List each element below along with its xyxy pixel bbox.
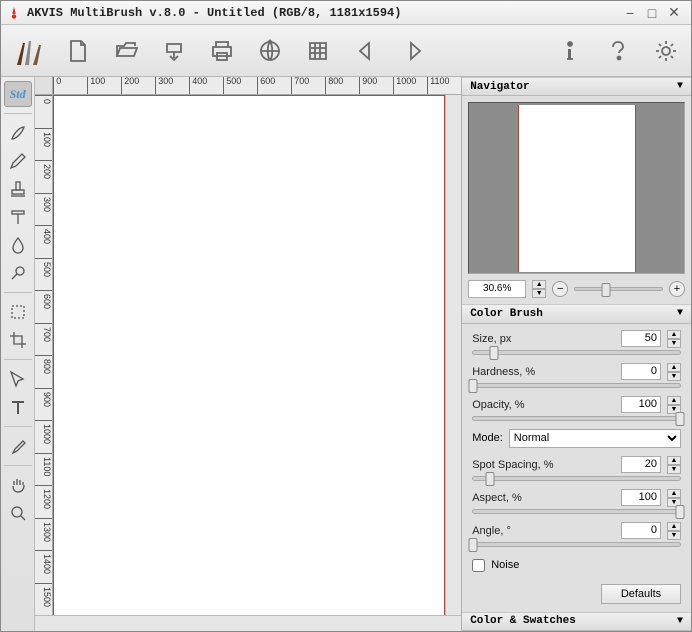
brush-header[interactable]: Color Brush ▼ [462,304,691,323]
stamp-tool[interactable] [4,176,32,202]
window-title: AKVIS MultiBrush v.8.0 - Untitled (RGB/8… [27,6,619,20]
mode-select[interactable]: Normal [509,429,681,448]
size-input[interactable]: 50 [621,330,661,347]
angle-stepper[interactable]: ▲▼ [667,522,681,540]
scrollbar-horizontal[interactable] [35,615,461,631]
save-button[interactable] [157,34,191,68]
opacity-label: Opacity, % [472,399,615,411]
eyedropper-tool[interactable] [4,433,32,459]
canvas-area: 010020030040050060070080090010001100 010… [35,77,461,631]
noise-label: Noise [491,559,519,571]
new-button[interactable] [61,34,95,68]
opacity-input[interactable]: 100 [621,396,661,413]
size-stepper[interactable]: ▲▼ [667,330,681,348]
zoom-in-button[interactable]: + [669,281,685,297]
opacity-slider[interactable] [472,416,681,421]
hardness-stepper[interactable]: ▲▼ [667,363,681,381]
ruler-vertical: 0100200300400500600700800900100011001200… [35,95,53,615]
forward-button[interactable] [397,34,431,68]
aspect-label: Aspect, % [472,492,615,504]
hardness-input[interactable]: 0 [621,363,661,380]
crop-tool[interactable] [4,327,32,353]
aspect-slider[interactable] [472,509,681,514]
hardness-label: Hardness, % [472,366,615,378]
brushes-icon [9,29,47,73]
open-button[interactable] [109,34,143,68]
pencil-tool[interactable] [4,148,32,174]
move-tool[interactable] [4,366,32,392]
noise-checkbox[interactable] [472,559,485,572]
minimize-button[interactable]: − [619,4,641,22]
swatches-header[interactable]: Color & Swatches ▼ [462,612,691,631]
help-button[interactable] [601,34,635,68]
ruler-horizontal: 010020030040050060070080090010001100 [35,77,461,95]
maximize-button[interactable]: □ [641,4,663,22]
swatches-title: Color & Swatches [470,615,576,627]
blur-tool[interactable] [4,232,32,258]
spot-slider[interactable] [472,476,681,481]
left-tool-strip: Std [1,77,35,631]
collapse-icon[interactable]: ▼ [677,81,683,92]
document-canvas[interactable] [53,95,445,615]
angle-input[interactable]: 0 [621,522,661,539]
settings-button[interactable] [649,34,683,68]
collapse-icon[interactable]: ▼ [677,616,683,627]
brush-title: Color Brush [470,308,543,320]
navigator-preview[interactable] [468,102,685,274]
std-preset-button[interactable]: Std [4,81,32,107]
zoom-input[interactable]: 30.6% [468,280,526,298]
grid-button[interactable] [301,34,335,68]
main-toolbar [1,25,691,77]
history-brush-tool[interactable] [4,204,32,230]
dodge-tool[interactable] [4,260,32,286]
angle-label: Angle, ° [472,525,615,537]
aspect-input[interactable]: 100 [621,489,661,506]
size-label: Size, px [472,333,615,345]
zoom-stepper[interactable]: ▲▼ [532,280,546,298]
brush-panel: Size, px 50 ▲▼ Hardness, % 0 ▲▼ Opacity,… [462,324,691,612]
info-button[interactable] [553,34,587,68]
hardness-slider[interactable] [472,383,681,388]
scrollbar-vertical[interactable] [445,95,461,615]
angle-slider[interactable] [472,542,681,547]
close-button[interactable]: ✕ [663,4,685,22]
zoom-out-button[interactable]: − [552,281,568,297]
right-panels: Navigator ▼ 30.6% ▲▼ − + Color Brush ▼ S… [461,77,691,631]
mode-label: Mode: [472,432,503,444]
share-button[interactable] [253,34,287,68]
spot-stepper[interactable]: ▲▼ [667,456,681,474]
zoom-tool[interactable] [4,500,32,526]
navigator-header[interactable]: Navigator ▼ [462,77,691,96]
collapse-icon[interactable]: ▼ [677,308,683,319]
zoom-slider[interactable] [574,287,663,291]
hand-tool[interactable] [4,472,32,498]
text-tool[interactable] [4,394,32,420]
back-button[interactable] [349,34,383,68]
navigator-title: Navigator [470,81,529,93]
spot-label: Spot Spacing, % [472,459,615,471]
brush-tool[interactable] [4,120,32,146]
defaults-button[interactable]: Defaults [601,584,681,604]
print-button[interactable] [205,34,239,68]
spot-input[interactable]: 20 [621,456,661,473]
size-slider[interactable] [472,350,681,355]
app-icon [7,6,21,20]
marquee-tool[interactable] [4,299,32,325]
title-bar: AKVIS MultiBrush v.8.0 - Untitled (RGB/8… [1,1,691,25]
